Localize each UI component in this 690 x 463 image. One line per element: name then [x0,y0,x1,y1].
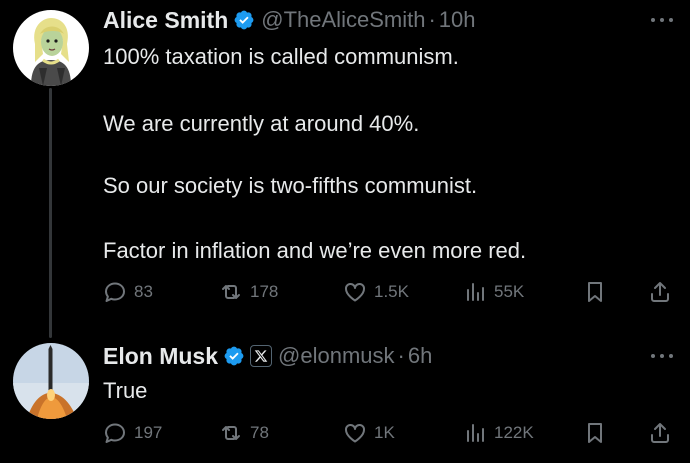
tweet-timestamp[interactable]: 6h [408,343,432,369]
author-handle[interactable]: @elonmusk [278,343,395,369]
views-count: 122K [494,423,534,442]
author-name[interactable]: Elon Musk [103,343,218,370]
x-affiliation-badge-icon[interactable] [250,345,273,367]
bookmark-button[interactable] [583,418,607,448]
tweet-thread: Alice Smith @TheAliceSmith · 10h 100% ta… [0,0,690,463]
repost-button[interactable]: 178 [219,277,278,307]
reply-icon [105,282,125,302]
heart-icon [345,423,365,443]
tweet-text-line: We are currently at around 40%. [103,111,420,136]
repost-count: 178 [250,282,279,301]
views-count: 55K [494,282,525,301]
reply-count: 83 [134,282,153,301]
tweet-header: Alice Smith @TheAliceSmith · 10h [103,5,475,35]
tweet-timestamp[interactable]: 10h [439,7,476,33]
share-button[interactable] [648,418,672,448]
reply-icon [105,423,125,443]
tweet-text-line: So our society is two-fifths communist. [103,173,478,198]
reply-count: 197 [134,423,163,442]
more-dots-icon [651,354,673,358]
reply-button[interactable]: 83 [103,277,153,307]
heart-icon [345,282,365,302]
bookmark-icon [588,423,602,443]
share-icon [651,282,669,302]
tweet-text-line: 100% taxation is called communism. [103,44,459,69]
rocket-launch-avatar-image [13,343,89,419]
tweet-text-line: Factor in inflation and we’re even more … [103,238,527,263]
bookmark-icon [588,282,602,302]
views-button[interactable]: 55K [463,277,524,307]
author-name[interactable]: Alice Smith [103,7,228,34]
views-button[interactable]: 122K [463,418,534,448]
verified-badge-icon [233,9,255,31]
like-count: 1K [374,423,395,442]
tweet-actions: 197 78 1K 122K [103,418,678,448]
separator-dot: · [428,7,436,32]
repost-icon [222,285,240,299]
more-dots-icon [651,18,673,22]
more-options-button[interactable] [648,13,676,27]
like-button[interactable]: 1K [343,418,395,448]
thread-connector-line [49,88,52,338]
separator-dot: · [397,343,405,368]
tweet-text-line: True [103,378,148,403]
share-button[interactable] [648,277,672,307]
repost-icon [222,426,240,440]
like-count: 1.5K [374,282,409,301]
repost-button[interactable]: 78 [219,418,269,448]
reply-button[interactable]: 197 [103,418,162,448]
share-icon [651,423,669,443]
repost-count: 78 [250,423,269,442]
views-chart-icon [467,424,484,442]
cartoon-woman-avatar-image [13,10,89,86]
avatar[interactable] [13,10,89,86]
bookmark-button[interactable] [583,277,607,307]
verified-badge-icon [223,345,245,367]
author-handle[interactable]: @TheAliceSmith [261,7,425,33]
more-options-button[interactable] [648,349,676,363]
views-chart-icon [467,283,484,301]
like-button[interactable]: 1.5K [343,277,409,307]
tweet-actions: 83 178 1.5K 55K [103,277,678,307]
tweet-header: Elon Musk @elonmusk · 6h [103,341,432,371]
avatar[interactable] [13,343,89,419]
